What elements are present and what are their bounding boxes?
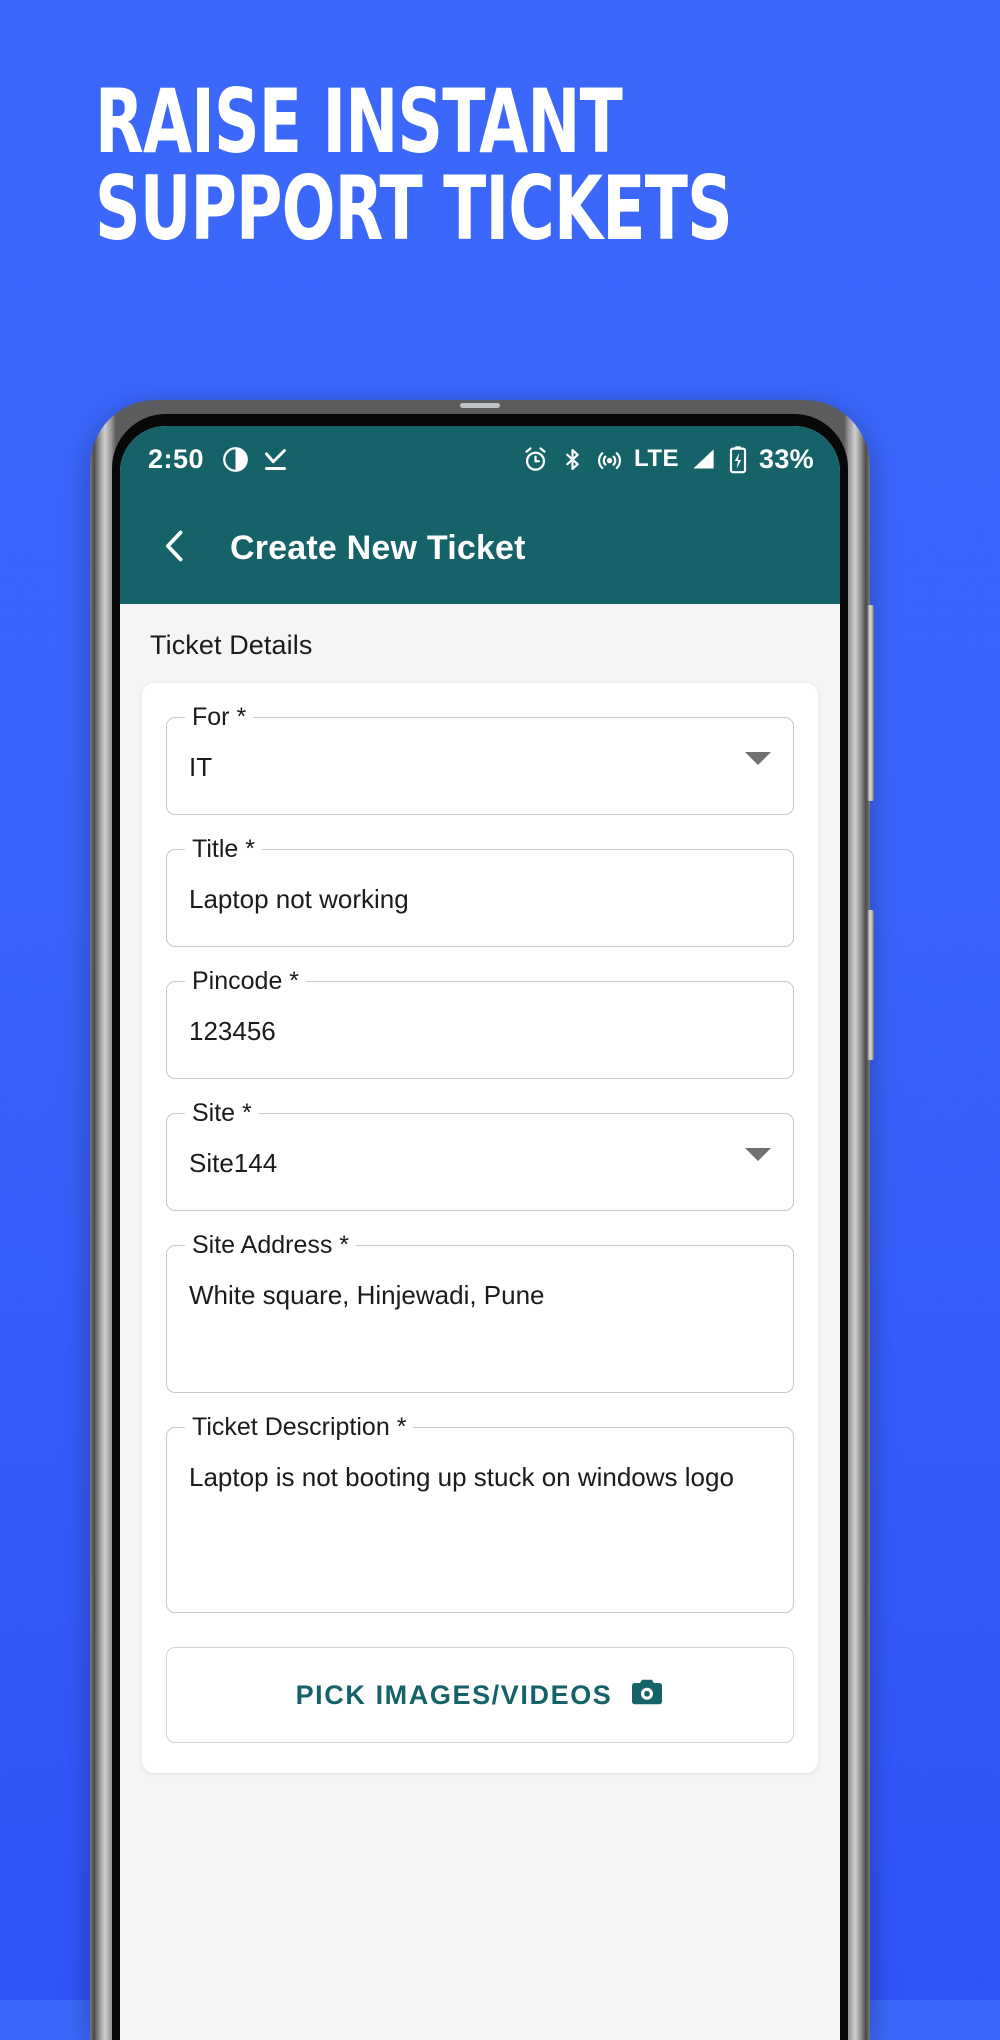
- bluetooth-icon: [560, 446, 585, 473]
- field-site-address[interactable]: Site Address * White square, Hinjewadi, …: [166, 1231, 794, 1393]
- field-for-label: For *: [185, 703, 254, 732]
- section-title: Ticket Details: [150, 630, 313, 660]
- back-button[interactable]: [146, 519, 204, 577]
- back-chevron-icon: [156, 527, 194, 570]
- hotspot-icon: [596, 446, 623, 473]
- pick-images-videos-button[interactable]: PICK IMAGES/VIDEOS: [166, 1647, 794, 1743]
- field-ticket-description-value: Laptop is not booting up stuck on window…: [189, 1462, 734, 1492]
- field-title-value: Laptop not working: [189, 884, 409, 914]
- field-pincode[interactable]: Pincode * 123456: [166, 967, 794, 1079]
- power-button[interactable]: [867, 910, 874, 1060]
- form-content: Ticket Details For * IT Title * Laptop n…: [120, 604, 840, 2040]
- field-site-address-label: Site Address *: [185, 1231, 357, 1260]
- volume-button[interactable]: [867, 605, 874, 801]
- do-not-disturb-icon: [222, 446, 249, 473]
- earpiece-speaker: [460, 403, 500, 408]
- signal-bars-icon: [690, 446, 717, 473]
- status-bar-time: 2:50: [148, 443, 205, 474]
- status-bar-left-icons: [222, 446, 289, 473]
- field-for[interactable]: For * IT: [166, 703, 794, 815]
- field-pincode-value: 123456: [189, 1016, 276, 1046]
- field-site-address-value: White square, Hinjewadi, Pune: [189, 1280, 545, 1310]
- network-type-label: LTE: [634, 445, 680, 472]
- promo-headline-line-2: SUPPORT TICKETS: [95, 157, 733, 261]
- promo-headline-line-1: RAISE INSTANT: [95, 70, 623, 173]
- field-ticket-description[interactable]: Ticket Description * Laptop is not booti…: [166, 1413, 794, 1613]
- field-title[interactable]: Title * Laptop not working: [166, 835, 794, 947]
- battery-charging-icon: [728, 445, 748, 474]
- battery-percent-label: 33%: [759, 443, 814, 474]
- field-ticket-description-label: Ticket Description *: [185, 1413, 414, 1442]
- field-site-value: Site144: [189, 1148, 278, 1178]
- field-site[interactable]: Site * Site144: [166, 1099, 794, 1211]
- alarm-icon: [522, 446, 549, 473]
- chevron-down-icon[interactable]: [745, 1148, 771, 1161]
- camera-icon: [630, 1677, 664, 1714]
- ticket-form-card: For * IT Title * Laptop not working Pinc…: [142, 683, 818, 1773]
- phone-mockup: 2:50 LTE 33% Create New Ticket Ticket De…: [90, 400, 874, 2040]
- field-pincode-label: Pincode *: [185, 967, 307, 996]
- pick-images-videos-label: PICK IMAGES/VIDEOS: [295, 1679, 613, 1710]
- chevron-down-icon[interactable]: [745, 752, 771, 765]
- field-for-value: IT: [189, 752, 213, 782]
- app-bar: Create New Ticket: [120, 492, 840, 604]
- page-title: Create New Ticket: [230, 528, 526, 567]
- field-site-label: Site *: [185, 1099, 259, 1128]
- promo-headline: RAISE INSTANT SUPPORT TICKETS: [95, 70, 751, 261]
- field-title-label: Title *: [185, 835, 262, 864]
- phone-screen: 2:50 LTE 33% Create New Ticket Ticket De…: [120, 426, 840, 2040]
- status-bar-right-icons: LTE 33%: [522, 444, 814, 475]
- status-bar: 2:50 LTE 33%: [120, 426, 840, 492]
- download-complete-icon: [262, 446, 289, 473]
